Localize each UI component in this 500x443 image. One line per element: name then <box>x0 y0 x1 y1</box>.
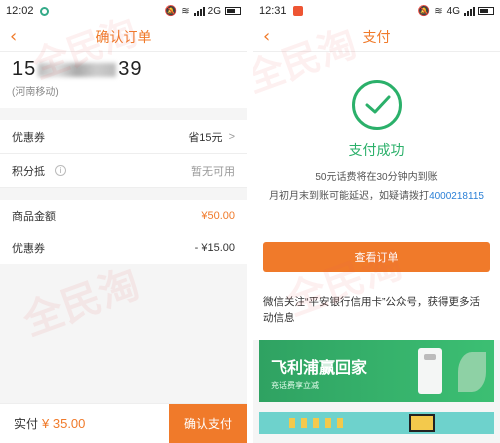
signal-icon <box>193 6 205 16</box>
banner-subtitle: 充话费享立减 <box>271 381 319 390</box>
shopping-cart-icon <box>409 414 435 432</box>
goods-amount-label: 商品金额 <box>12 211 56 223</box>
status-bar: 12:31 🔕 ≋ 4G <box>253 0 500 22</box>
coupon-discount-label: 优惠券 <box>12 243 45 255</box>
payment-bar: 实付 ¥ 35.00 确认支付 <box>0 403 247 443</box>
signal-icon <box>464 6 475 16</box>
mute-icon: 🔕 <box>417 5 431 17</box>
status-bar: 12:02 🔕 ≋ 2G <box>0 0 247 22</box>
view-order-button[interactable]: 查看订单 <box>263 242 490 272</box>
success-check-icon <box>351 80 402 130</box>
payment-result-screen: 12:31 🔕 ≋ 4G ‹ 支付 支付成功 50元话费将在30分钟内到账 月初… <box>253 0 500 443</box>
status-time: 12:02 <box>6 5 34 17</box>
nav-bar: ‹ 支付 <box>253 22 500 52</box>
mute-icon: 🔕 <box>164 5 178 17</box>
nav-bar: ‹ 确认订单 <box>0 22 247 52</box>
wifi-icon: ≋ <box>434 5 443 17</box>
coupon-value: 省15元 <box>188 131 223 144</box>
points-label: 积分抵 <box>12 165 45 178</box>
page-title: 确认订单 <box>95 28 152 45</box>
follow-tip: 微信关注“平安银行信用卡”公众号，获得更多活动信息 <box>253 286 500 340</box>
success-title: 支付成功 <box>348 142 405 158</box>
back-arrow-icon[interactable]: ‹ <box>10 26 17 47</box>
air-purifier-image <box>418 348 442 394</box>
status-time: 12:31 <box>259 5 287 17</box>
points-row[interactable]: 积分抵 i 暂无可用 <box>0 154 247 188</box>
leaf-decoration <box>458 352 486 392</box>
coupon-row[interactable]: 优惠券 省15元 > <box>0 120 247 154</box>
app-notification-icon <box>292 6 303 16</box>
pay-label: 实付 <box>14 417 39 431</box>
promo-banner[interactable]: 飞利浦赢回家 充话费享立减 <box>259 340 494 402</box>
confirm-pay-button[interactable]: 确认支付 <box>169 403 247 443</box>
order-confirm-screen: 12:02 🔕 ≋ 2G ‹ 确认订单 15 39 (河南移动) 优惠券 省15… <box>0 0 247 443</box>
pay-amount: ¥ 35.00 <box>42 416 86 431</box>
phone-number-block: 15 39 (河南移动) <box>0 52 247 108</box>
delay-notice: 月初月末到账可能延迟，如疑请拨打4000218115 <box>269 191 484 202</box>
success-block: 支付成功 50元话费将在30分钟内到账 月初月末到账可能延迟，如疑请拨打4000… <box>253 52 500 232</box>
phone-number: 15 39 <box>12 58 143 80</box>
points-value: 暂无可用 <box>191 165 235 178</box>
info-icon[interactable]: i <box>55 165 66 176</box>
page-title: 支付 <box>362 28 391 45</box>
promo-banner-2[interactable] <box>259 412 494 434</box>
hotline-link[interactable]: 4000218115 <box>429 191 484 202</box>
success-message: 50元话费将在30分钟内到账 <box>315 172 438 183</box>
goods-amount-value: ¥50.00 <box>201 210 235 222</box>
battery-icon <box>478 7 494 15</box>
wifi-icon: ≋ <box>181 5 190 17</box>
battery-icon <box>225 7 241 15</box>
carrier-region: (河南移动) <box>12 87 59 98</box>
chevron-right-icon: > <box>228 130 235 143</box>
coupon-label: 优惠券 <box>12 131 45 144</box>
back-arrow-icon[interactable]: ‹ <box>263 26 270 47</box>
watermark: 全民淘 <box>17 260 146 345</box>
coupon-discount-row: 优惠券 - ¥15.00 <box>0 232 247 264</box>
goods-amount-row: 商品金额 ¥50.00 <box>0 200 247 232</box>
blurred-digits <box>38 62 117 77</box>
coupon-discount-value: - ¥15.00 <box>194 242 235 254</box>
network-type: 4G <box>446 5 460 17</box>
banner-title: 飞利浦赢回家 <box>271 360 368 377</box>
app-notification-icon <box>39 6 49 16</box>
network-type: 2G <box>207 5 221 17</box>
